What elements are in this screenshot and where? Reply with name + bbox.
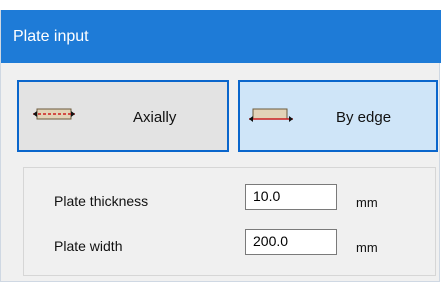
plate-width-input[interactable] — [245, 229, 337, 255]
title-bar[interactable]: Plate input — [1, 10, 441, 63]
by-edge-button[interactable]: By edge — [238, 80, 438, 152]
plate-axial-icon — [33, 108, 75, 120]
plate-thickness-unit: mm — [356, 195, 378, 210]
plate-thickness-label: Plate thickness — [54, 193, 149, 209]
plate-thickness-input[interactable] — [245, 184, 337, 210]
axially-button[interactable]: Axially — [17, 80, 229, 152]
window-title: Plate input — [13, 28, 89, 45]
plate-width-label: Plate width — [54, 238, 123, 254]
plate-input-dialog: Plate input Axially By edge Plate thickn… — [0, 10, 441, 282]
axially-label: Axially — [133, 109, 177, 126]
dimensions-group: Plate thickness mm Plate width mm — [23, 167, 436, 276]
plate-edge-icon — [249, 108, 293, 122]
by-edge-label: By edge — [336, 109, 392, 126]
plate-width-unit: mm — [356, 240, 378, 255]
